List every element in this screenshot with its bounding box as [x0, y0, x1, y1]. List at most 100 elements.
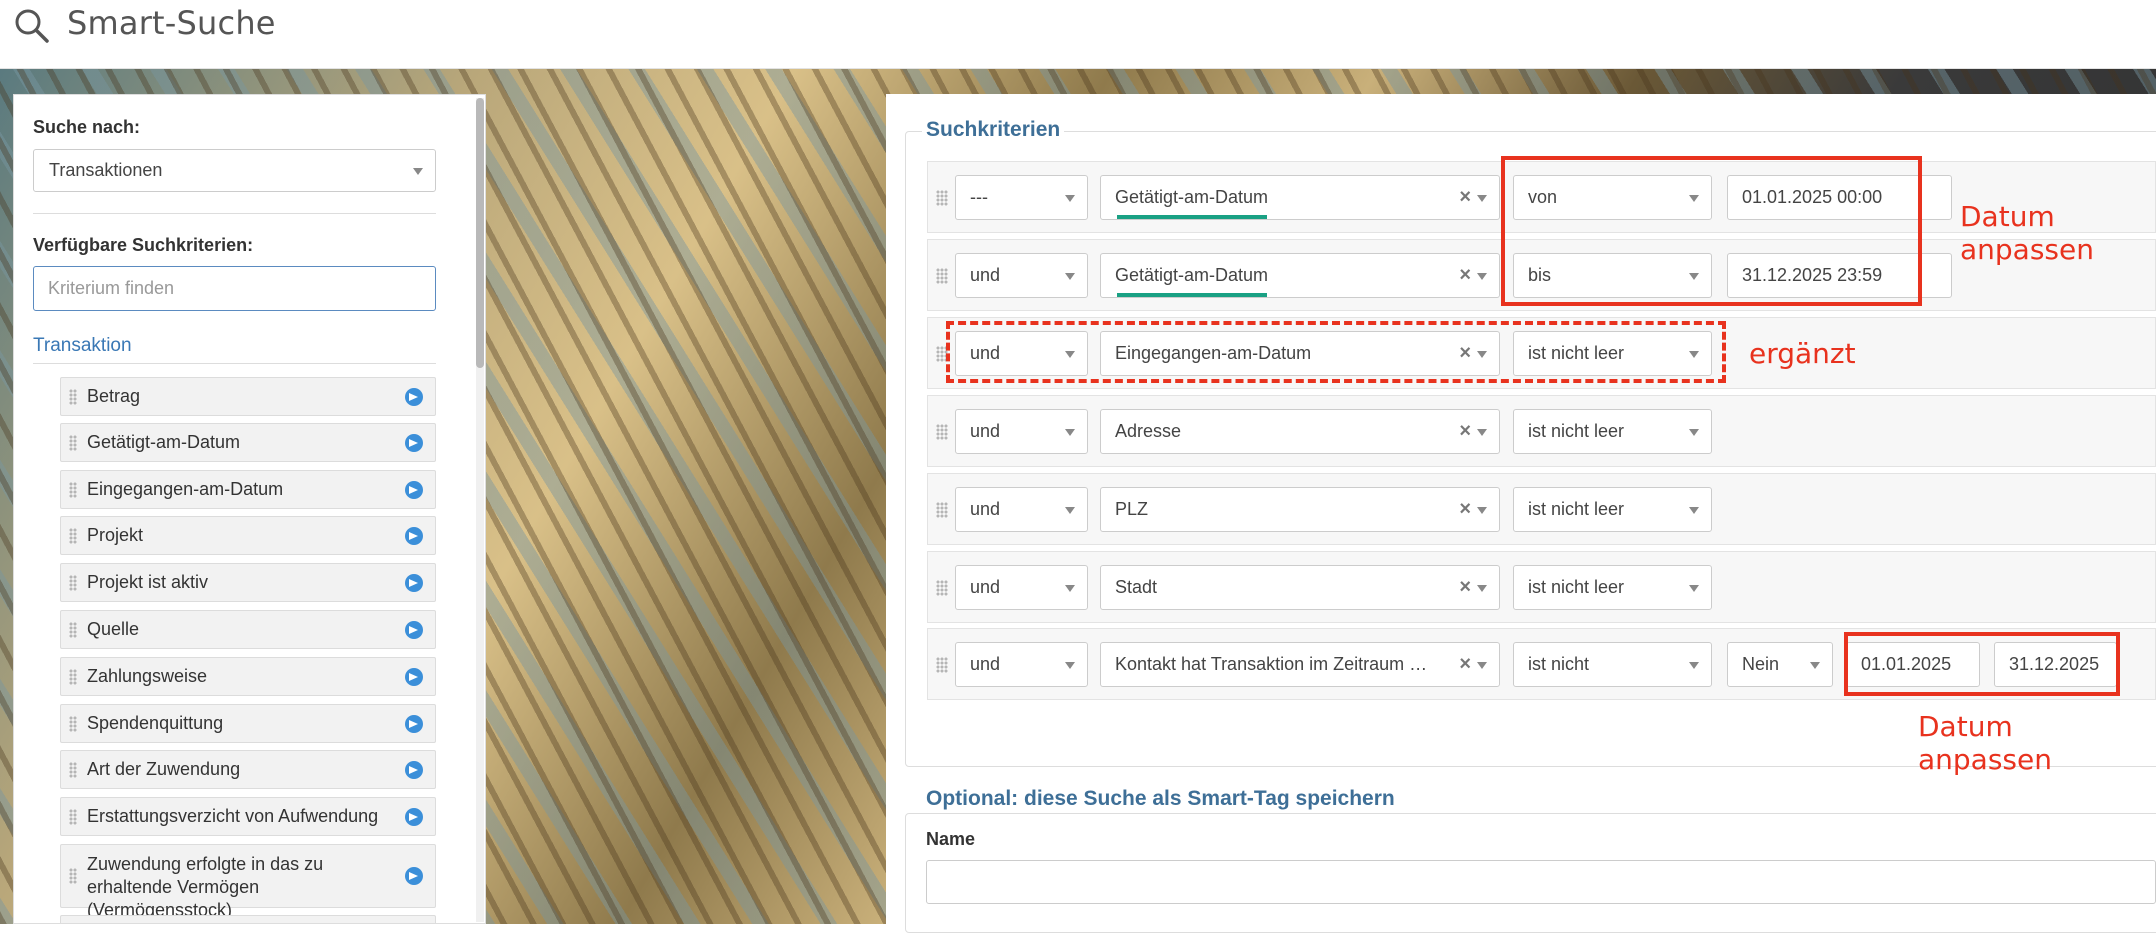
operator-value: ist nicht leer	[1528, 577, 1625, 597]
criteria-legend: Suchkriterien	[922, 118, 1065, 142]
group-title-transaktion[interactable]: Transaktion	[33, 335, 132, 357]
drag-handle-icon[interactable]	[69, 388, 77, 405]
drag-handle-icon[interactable]	[69, 574, 77, 591]
arrow-right-circle-icon[interactable]	[405, 573, 423, 592]
criterion-item-vermoegensstock[interactable]: Zuwendung erfolgte in das zu erhaltende …	[60, 844, 436, 920]
arrow-right-circle-icon[interactable]	[405, 526, 423, 545]
drag-handle-icon[interactable]	[69, 527, 77, 544]
boolean-select[interactable]: Nein	[1727, 642, 1833, 687]
criterion-item-partial[interactable]	[60, 915, 436, 923]
drag-handle-icon[interactable]	[69, 481, 77, 498]
criterion-label: Quelle	[87, 619, 140, 639]
drag-handle-icon[interactable]	[936, 580, 948, 596]
chevron-down-icon	[1065, 195, 1075, 202]
criterion-item-erstattungsverzicht[interactable]: Erstattungsverzicht von Aufwendung	[60, 797, 436, 836]
criterion-label: Betrag	[87, 386, 141, 406]
operator-select[interactable]: ist nicht	[1513, 642, 1712, 687]
sidebar-scrollbar[interactable]	[476, 98, 484, 922]
chevron-down-icon	[1477, 273, 1487, 280]
page-title: Smart-Suche	[67, 4, 276, 42]
clear-icon[interactable]: ×	[1459, 410, 1471, 453]
connector-select[interactable]: und	[955, 409, 1088, 454]
operator-value: ist nicht leer	[1528, 421, 1625, 441]
search-for-select[interactable]: Transaktionen	[33, 149, 436, 192]
chevron-down-icon	[1065, 273, 1075, 280]
annotation-added: ergänzt	[1749, 337, 1856, 370]
criterion-select[interactable]: Getätigt-am-Datum ×	[1100, 175, 1500, 220]
connector-value: ---	[970, 187, 988, 207]
criterion-select[interactable]: Kontakt hat Transaktion im Zeitraum m...…	[1100, 642, 1500, 687]
drag-handle-icon[interactable]	[69, 668, 77, 685]
drag-handle-icon[interactable]	[69, 434, 77, 451]
drag-handle-icon[interactable]	[936, 657, 948, 673]
criterion-item-eingegangen-am-datum[interactable]: Eingegangen-am-Datum	[60, 470, 436, 509]
connector-select[interactable]: und	[955, 565, 1088, 610]
drag-handle-icon[interactable]	[69, 761, 77, 778]
drag-handle-icon[interactable]	[69, 868, 77, 884]
drag-handle-icon[interactable]	[936, 190, 948, 206]
connector-value: und	[970, 499, 1001, 519]
connector-select[interactable]: ---	[955, 175, 1088, 220]
arrow-right-circle-icon[interactable]	[405, 760, 423, 779]
annotation-date-adjust-top: Datum anpassen	[1960, 200, 2094, 266]
criterion-item-betrag[interactable]: Betrag	[60, 377, 436, 416]
clear-icon[interactable]: ×	[1459, 176, 1471, 219]
clear-icon[interactable]: ×	[1459, 488, 1471, 531]
criterion-item-zahlungsweise[interactable]: Zahlungsweise	[60, 657, 436, 696]
annotation-box-added	[946, 321, 1726, 383]
selection-underline	[1117, 293, 1267, 297]
criterion-select[interactable]: Stadt ×	[1100, 565, 1500, 610]
criterion-value: Getätigt-am-Datum	[1115, 265, 1269, 285]
top-bar: Smart-Suche	[0, 0, 2156, 69]
criteria-row: und Adresse × ist nicht leer	[927, 395, 2156, 467]
operator-select[interactable]: ist nicht leer	[1513, 409, 1712, 454]
criterion-value: Kontakt hat Transaktion im Zeitraum m...	[1115, 654, 1440, 674]
arrow-right-circle-icon[interactable]	[405, 387, 423, 406]
name-input[interactable]	[926, 860, 2156, 904]
boolean-value: Nein	[1742, 654, 1780, 674]
criteria-filter-input[interactable]: Kriterium finden	[33, 266, 436, 311]
clear-icon[interactable]: ×	[1459, 566, 1471, 609]
chevron-down-icon	[1065, 429, 1075, 436]
arrow-right-circle-icon[interactable]	[405, 667, 423, 686]
criterion-select[interactable]: Getätigt-am-Datum ×	[1100, 253, 1500, 298]
drag-handle-icon[interactable]	[936, 268, 948, 284]
criterion-select[interactable]: Adresse ×	[1100, 409, 1500, 454]
chevron-down-icon	[1810, 662, 1820, 669]
arrow-right-circle-icon[interactable]	[405, 480, 423, 499]
arrow-right-circle-icon[interactable]	[405, 714, 423, 733]
scrollbar-thumb[interactable]	[476, 98, 484, 368]
drag-handle-icon[interactable]	[936, 502, 948, 518]
arrow-right-circle-icon[interactable]	[405, 807, 423, 826]
criterion-item-spendenquittung[interactable]: Spendenquittung	[60, 704, 436, 743]
annotation-box-date-range	[1501, 156, 1922, 306]
chevron-down-icon	[1065, 507, 1075, 514]
drag-handle-icon[interactable]	[69, 715, 77, 732]
drag-handle-icon[interactable]	[936, 424, 948, 440]
arrow-right-circle-icon[interactable]	[405, 433, 423, 452]
criteria-row: und Stadt × ist nicht leer	[927, 551, 2156, 623]
operator-select[interactable]: ist nicht leer	[1513, 487, 1712, 532]
criterion-label: Art der Zuwendung	[87, 759, 241, 779]
clear-icon[interactable]: ×	[1459, 643, 1471, 686]
criterion-select[interactable]: PLZ ×	[1100, 487, 1500, 532]
criterion-label: Erstattungsverzicht von Aufwendung	[87, 806, 379, 826]
criterion-item-projekt-ist-aktiv[interactable]: Projekt ist aktiv	[60, 563, 436, 602]
chevron-down-icon	[413, 168, 423, 175]
chevron-down-icon	[1477, 585, 1487, 592]
drag-handle-icon[interactable]	[69, 621, 77, 638]
connector-select[interactable]: und	[955, 642, 1088, 687]
save-legend: Optional: diese Suche als Smart-Tag spei…	[922, 787, 1399, 811]
criterion-item-art-der-zuwendung[interactable]: Art der Zuwendung	[60, 750, 436, 789]
annotation-date-adjust-bottom: Datum anpassen	[1918, 710, 2052, 776]
clear-icon[interactable]: ×	[1459, 254, 1471, 297]
arrow-right-circle-icon[interactable]	[405, 620, 423, 639]
criterion-item-quelle[interactable]: Quelle	[60, 610, 436, 649]
criterion-item-getaetigt-am-datum[interactable]: Getätigt-am-Datum	[60, 423, 436, 462]
operator-select[interactable]: ist nicht leer	[1513, 565, 1712, 610]
connector-select[interactable]: und	[955, 253, 1088, 298]
connector-select[interactable]: und	[955, 487, 1088, 532]
criterion-item-projekt[interactable]: Projekt	[60, 516, 436, 555]
drag-handle-icon[interactable]	[69, 808, 77, 825]
arrow-right-circle-icon[interactable]	[405, 867, 423, 885]
